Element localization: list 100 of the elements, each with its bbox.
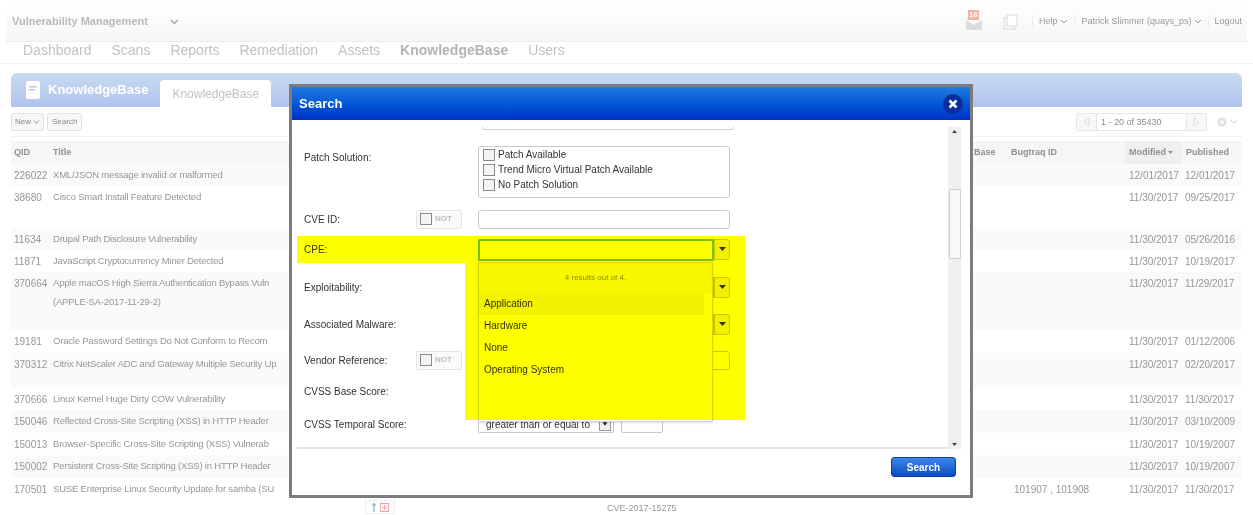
qid-cell-text: 370312 (13, 358, 49, 372)
close-button[interactable] (943, 93, 963, 114)
nav-link[interactable]: KnowledgeBase (400, 40, 509, 61)
app-title[interactable]: Vulnerability Management (6, 13, 148, 30)
field-label: Vendor Reference: (303, 353, 389, 368)
column-header[interactable]: Modified (1125, 141, 1182, 164)
settings-icon[interactable] (1216, 115, 1238, 128)
modified-cell-text: 11/30/2017 (1128, 393, 1180, 407)
pager-text: 1 - 20 of 35430 (1096, 113, 1187, 130)
qid-cell-text: 11871 (13, 255, 43, 269)
modified-cell-text: 11/30/2017 (1128, 358, 1180, 372)
checkbox-label: Patch Available (498, 149, 567, 161)
previous-page-icon[interactable] (1083, 116, 1090, 127)
title-cell-text: Drupal Path Disclosure Vulnerability (53, 232, 197, 246)
title-cell-text: Citrix NetScaler ADC and Gateway Multiple Security Up (53, 357, 277, 371)
search-submit-button[interactable]: Search (891, 457, 956, 477)
new-button[interactable]: New (11, 112, 44, 131)
modified-cell-text: 11/30/2017 (1128, 415, 1180, 429)
menu-link[interactable]: Help (1031, 14, 1075, 29)
field-label: Associated Malware: (303, 317, 398, 332)
nav-link[interactable]: Reports (170, 40, 220, 61)
checkbox[interactable] (420, 354, 432, 366)
module-title: KnowledgeBase (48, 81, 149, 100)
qid-cell-text: 150002 (13, 460, 49, 474)
field-label: CVE ID: (303, 212, 342, 227)
modified-cell-text: 12/01/2017 (1128, 169, 1181, 183)
tab[interactable]: KnowledgeBase (160, 80, 272, 107)
published-cell-text: 12/01/2017 (1184, 169, 1237, 183)
title-cell: (APPLE-SA-2017-11-29-2) (53, 295, 161, 310)
modified-cell-text: 11/30/2017 (1128, 191, 1180, 205)
logout-link[interactable]: Logout (1208, 14, 1247, 29)
chevron-down-icon (1060, 19, 1069, 24)
next-page-icon[interactable] (1193, 116, 1200, 127)
checkbox-label: No Patch Solution (498, 179, 579, 191)
bugtraq-cell: 101907 , 101908 (1014, 484, 1090, 495)
published-cell-text: 11/30/2017 (1184, 483, 1236, 497)
text-field[interactable] (478, 209, 730, 229)
title-cell-text: Reflected Cross-Site Scripting (XSS) in HTTP Header (53, 414, 269, 428)
checkbox[interactable] (483, 179, 495, 191)
dialog-title: Search (299, 94, 343, 113)
title-cell-text: XML/JSON message invalid or malformed (53, 168, 223, 182)
menu-link[interactable]: Patrick Slimmer (quays_ps) (1074, 14, 1209, 29)
modified-cell-text: 11/30/2017 (1128, 233, 1180, 247)
title-cell-text: Linux Kernel Huge Dirty COW Vulnerability (53, 392, 226, 406)
modified-cell-text: 11/30/2017 (1128, 438, 1180, 452)
checkbox[interactable] (483, 164, 495, 176)
qid-cell-text: 150013 (13, 438, 49, 452)
column-header[interactable]: Bugtraq ID (1011, 145, 1125, 160)
title-cell-text: JavaScript Cryptocurrency Miner Detected (53, 254, 224, 268)
nav-link[interactable]: Remediation (239, 40, 319, 61)
scrollbar-thumb[interactable] (948, 189, 961, 259)
chevron-down-icon (169, 18, 179, 25)
checkbox[interactable] (420, 213, 432, 225)
checkbox-label: Trend Micro Virtual Patch Available (498, 164, 653, 176)
close-icon (948, 98, 958, 109)
not-toggle[interactable]: NOT (416, 350, 462, 370)
nav-link[interactable]: Scans (111, 40, 151, 61)
published-cell-text: 05/26/2016 (1184, 233, 1237, 247)
column-header[interactable]: QID (11, 145, 53, 160)
qid-cell-text: 38680 (13, 191, 43, 205)
field-label: CVSS Base Score: (303, 384, 390, 399)
modified-cell-text: 11/30/2017 (1128, 335, 1180, 349)
sort-arrow-icon (1168, 151, 1173, 154)
scroll-up-icon[interactable] (951, 127, 958, 135)
plus-icon (380, 502, 389, 512)
cve-cell: CVE-2017-15275 (607, 502, 677, 515)
column-header[interactable]: Published (1182, 145, 1238, 160)
qid-cell-text: 11634 (13, 233, 43, 247)
published-cell-text: 10/19/2007 (1184, 438, 1237, 452)
not-toggle[interactable]: NOT (416, 209, 462, 229)
checkbox[interactable] (483, 149, 495, 161)
scrollbar[interactable] (948, 127, 961, 449)
search-button[interactable]: Search (47, 112, 83, 131)
published-cell-text: 03/10/2009 (1184, 415, 1237, 429)
select-field[interactable] (482, 127, 734, 130)
title-cell-text: Cisco Smart Install Feature Detected (53, 190, 202, 204)
nav-link[interactable]: Users (528, 40, 565, 61)
qid-cell-text: 19181 (13, 335, 43, 349)
field-label: Patch Solution: (303, 151, 373, 165)
published-cell-text: 11/30/2017 (1184, 393, 1236, 407)
published-cell-text: 10/19/2007 (1184, 460, 1237, 474)
modified-cell-text: 11/30/2017 (1128, 277, 1180, 291)
notebook-icon (26, 81, 40, 99)
chevron-down-icon (1194, 19, 1203, 24)
title-cell-text: SUSE Enterprise Linux Security Update for samba (SU (53, 482, 275, 496)
nav-link[interactable]: Assets (338, 40, 381, 61)
field-label: CVSS Temporal Score: (303, 417, 408, 432)
qid-cell-text: 370666 (13, 393, 49, 407)
chevron-down-icon (33, 119, 40, 124)
published-cell-text: 10/19/2017 (1184, 255, 1237, 269)
documents-icon[interactable] (1001, 13, 1018, 30)
nav-link[interactable]: Dashboard (23, 40, 92, 61)
qid-cell-text: 370664 (13, 277, 49, 291)
qid-cell-text: 226022 (13, 169, 49, 183)
column-header[interactable]: Base (974, 145, 1011, 160)
title-cell-text: Apple macOS High Sierra Authentication Bypass Vuln (53, 276, 270, 290)
scroll-down-icon[interactable] (951, 441, 958, 449)
published-cell-text: 02/20/2017 (1184, 358, 1237, 372)
field-label: Exploitability: (303, 280, 364, 295)
published-cell-text: 09/25/2017 (1184, 191, 1237, 205)
